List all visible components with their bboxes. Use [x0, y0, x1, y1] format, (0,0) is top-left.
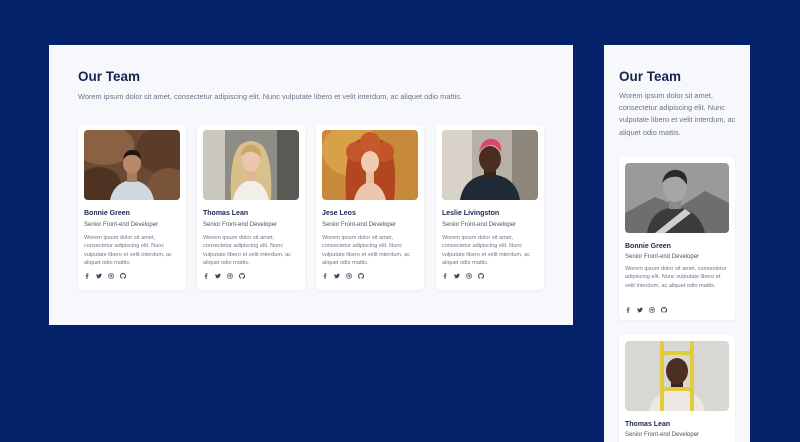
dribbble-icon[interactable]	[466, 273, 472, 279]
member-role: Senior Front-end Developer	[84, 222, 159, 228]
social-links	[625, 307, 667, 313]
team-member-card: Leslie Livingston Senior Front-end Devel…	[436, 125, 544, 290]
social-links	[203, 273, 245, 279]
member-name: Bonnie Green	[625, 243, 671, 250]
github-icon[interactable]	[120, 273, 126, 279]
member-role: Senior Front-end Developer	[625, 254, 700, 260]
member-role: Senior Front-end Developer	[625, 432, 700, 438]
member-photo	[625, 341, 729, 411]
member-name: Thomas Lean	[203, 210, 249, 217]
member-photo	[442, 130, 538, 200]
team-member-card: Thomas Lean Senior Front-end Developer W…	[197, 125, 305, 290]
section-title: Our Team	[619, 69, 682, 84]
twitter-icon[interactable]	[454, 273, 460, 279]
member-photo	[203, 130, 299, 200]
member-role: Senior Front-end Developer	[203, 222, 278, 228]
github-icon[interactable]	[661, 307, 667, 313]
facebook-icon[interactable]	[442, 273, 448, 279]
member-photo	[625, 163, 729, 233]
facebook-icon[interactable]	[322, 273, 328, 279]
member-role: Senior Front-end Developer	[322, 222, 397, 228]
facebook-icon[interactable]	[203, 273, 209, 279]
twitter-icon[interactable]	[334, 273, 340, 279]
section-title: Our Team	[78, 69, 141, 84]
member-bio: Worem ipsum dolor sit amet, consectetur …	[84, 235, 172, 267]
dribbble-icon[interactable]	[346, 273, 352, 279]
member-bio: Worem ipsum dolor sit amet, consectetur …	[625, 266, 727, 289]
member-bio: Worem ipsum dolor sit amet, consectetur …	[322, 235, 410, 267]
member-photo	[84, 130, 180, 200]
facebook-icon[interactable]	[84, 273, 90, 279]
team-member-card: Thomas Lean Senior Front-end Developer	[619, 335, 735, 442]
dribbble-icon[interactable]	[649, 307, 655, 313]
team-member-card: Bonnie Green Senior Front-end Developer …	[78, 125, 186, 290]
dribbble-icon[interactable]	[227, 273, 233, 279]
twitter-icon[interactable]	[215, 273, 221, 279]
section-intro: Worem ipsum dolor sit amet, consectetur …	[78, 92, 462, 101]
dribbble-icon[interactable]	[108, 273, 114, 279]
section-intro: Worem ipsum dolor sit amet, consectetur …	[619, 91, 736, 137]
team-member-card: Jese Leos Senior Front-end Developer Wor…	[316, 125, 424, 290]
team-section-desktop: Our Team Worem ipsum dolor sit amet, con…	[49, 45, 573, 325]
member-bio: Worem ipsum dolor sit amet, consectetur …	[442, 235, 530, 267]
member-photo	[322, 130, 418, 200]
github-icon[interactable]	[358, 273, 364, 279]
github-icon[interactable]	[239, 273, 245, 279]
member-name: Thomas Lean	[625, 421, 671, 428]
github-icon[interactable]	[478, 273, 484, 279]
twitter-icon[interactable]	[637, 307, 643, 313]
twitter-icon[interactable]	[96, 273, 102, 279]
member-name: Bonnie Green	[84, 210, 130, 217]
social-links	[84, 273, 126, 279]
team-member-card: Bonnie Green Senior Front-end Developer …	[619, 157, 735, 320]
member-name: Jese Leos	[322, 210, 356, 217]
facebook-icon[interactable]	[625, 307, 631, 313]
member-name: Leslie Livingston	[442, 210, 500, 217]
member-role: Senior Front-end Developer	[442, 222, 517, 228]
social-links	[322, 273, 364, 279]
team-section-mobile: Our Team Worem ipsum dolor sit amet, con…	[604, 45, 750, 442]
member-bio: Worem ipsum dolor sit amet, consectetur …	[203, 235, 291, 267]
social-links	[442, 273, 484, 279]
